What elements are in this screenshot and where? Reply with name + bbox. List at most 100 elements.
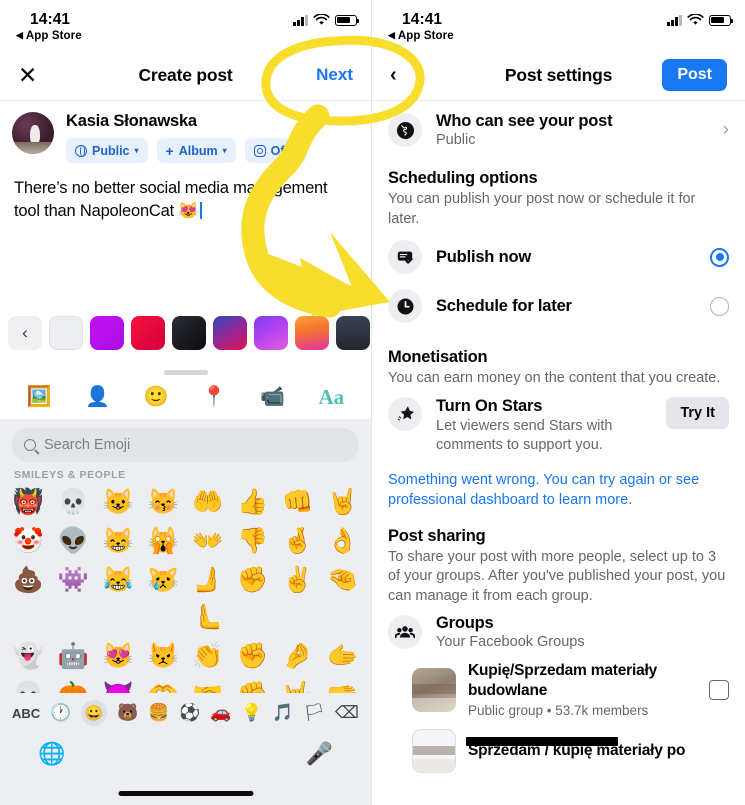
emoji-cell[interactable]: 😾	[141, 638, 186, 675]
emoji-search-wrap: Search Emoji	[0, 419, 371, 467]
photo-icon[interactable]: 🖼️	[27, 387, 52, 407]
swatch-none[interactable]	[49, 316, 83, 350]
emoji-cell[interactable]: 🤌	[275, 638, 320, 675]
emoji-cell[interactable]: 🫱	[320, 638, 365, 675]
emoji-cell[interactable]: 🤘	[320, 484, 365, 521]
list-item[interactable]: Sprzedam / kupię materiały po	[372, 725, 745, 780]
publish-now-radio[interactable]	[710, 247, 729, 267]
groups-icon	[388, 615, 422, 650]
list-item[interactable]: Kupię/Sprzedam materiały budowlane Publi…	[372, 654, 745, 725]
post-settings-panel: 14:41 ◀ App Store ‹ Post settings Post W…	[372, 0, 745, 805]
emoji-cell[interactable]: 👏	[186, 638, 231, 675]
audience-pill-label: Public	[92, 143, 130, 158]
swatch-violet[interactable]	[254, 316, 288, 350]
schedule-later-radio[interactable]	[710, 296, 729, 316]
emoji-cell[interactable]: 🤏	[320, 562, 365, 636]
emoji-cell[interactable]: 👊	[275, 484, 320, 521]
smileys-icon[interactable]: 😀	[81, 700, 108, 726]
publish-now-icon	[388, 240, 422, 275]
emoji-cell[interactable]: 👌	[320, 523, 365, 560]
groups-row[interactable]: Groups Your Facebook Groups	[372, 606, 745, 654]
group-checkbox[interactable]	[709, 679, 729, 700]
back-triangle-icon: ◀	[16, 30, 24, 40]
emoji-cell[interactable]: 🤡	[6, 523, 51, 560]
emoji-grid[interactable]: 👹 💀 😺 😽 🤲 👍 👊 🤘 🤡 👽 😸 🙀 👐 👎 🤞 👌 💩 👾 😹 😿 …	[0, 484, 371, 714]
animals-icon[interactable]: 🐻	[117, 703, 138, 723]
abc-key[interactable]: ABC	[12, 706, 40, 721]
swatch-black[interactable]	[172, 316, 206, 350]
post-composer-textarea[interactable]: There’s no better social media managemen…	[0, 163, 371, 224]
audience-pill[interactable]: Public ▾	[66, 138, 148, 163]
objects-icon[interactable]: 💡	[241, 703, 262, 723]
symbols-icon[interactable]: 🎵	[272, 703, 293, 723]
album-pill[interactable]: + Album ▾	[156, 138, 236, 163]
emoji-cell[interactable]: 👻	[6, 638, 51, 675]
recent-icon[interactable]: 🕐	[50, 703, 71, 723]
emoji-cell[interactable]: 😻	[96, 638, 141, 675]
swatch-slate[interactable]	[336, 316, 370, 350]
activity-icon[interactable]: ⚽	[179, 703, 200, 723]
food-icon[interactable]: 🍔	[148, 703, 169, 723]
emoji-cell[interactable]: 💀	[51, 484, 96, 521]
language-globe-icon[interactable]: 🌐	[38, 741, 65, 767]
emoji-cell[interactable]: 🫸🫷	[186, 562, 231, 636]
emoji-cell[interactable]: 👾	[51, 562, 96, 636]
emoji-cell[interactable]: 🤞	[275, 523, 320, 560]
emoji-cell[interactable]: 👍	[230, 484, 275, 521]
publish-now-row[interactable]: Publish now	[372, 229, 745, 285]
schedule-later-row[interactable]: Schedule for later	[372, 285, 745, 334]
swatch-orange-pink[interactable]	[295, 316, 329, 350]
battery-icon	[709, 14, 734, 26]
live-video-icon[interactable]: 📹	[260, 387, 285, 407]
instagram-crosspost-pill[interactable]: Off ▾	[244, 138, 307, 163]
emoji-cell[interactable]: 🤲	[186, 484, 231, 521]
feeling-icon[interactable]: 🙂	[143, 387, 168, 407]
emoji-cell[interactable]: ✌️	[275, 562, 320, 636]
emoji-cell[interactable]: 👐	[186, 523, 231, 560]
swatch-red[interactable]	[131, 316, 165, 350]
status-back-label: App Store	[25, 30, 82, 42]
back-icon[interactable]: ‹	[390, 64, 397, 87]
audience-title: Who can see your post	[436, 112, 613, 130]
emoji-cell[interactable]: 😸	[96, 523, 141, 560]
backspace-icon[interactable]: ⌫	[335, 703, 359, 723]
swatch-purple[interactable]	[90, 316, 124, 350]
publish-now-label: Publish now	[436, 247, 531, 266]
emoji-cell[interactable]: 😿	[141, 562, 186, 636]
audience-row[interactable]: Who can see your post Public ›	[372, 101, 745, 159]
status-back-to-app[interactable]: ◀ App Store	[388, 30, 729, 42]
tag-people-icon[interactable]: 👤	[85, 387, 110, 407]
text-cursor	[199, 202, 202, 220]
status-back-to-app[interactable]: ◀ App Store	[16, 30, 355, 42]
emoji-cell[interactable]: 💩	[6, 562, 51, 636]
text-style-icon[interactable]: Aa	[319, 385, 345, 410]
try-it-button[interactable]: Try It	[666, 396, 729, 429]
swatch-blue-magenta[interactable]	[213, 316, 247, 350]
chevron-down-icon: ▾	[293, 146, 298, 155]
location-icon[interactable]: 📍	[202, 387, 227, 407]
emoji-cell[interactable]: ✊	[230, 562, 275, 636]
emoji-keyboard: 🖼️ 👤 🙂 📍 📹 Aa Search Emoji SMILEYS & PEO…	[0, 363, 371, 805]
search-input[interactable]: Search Emoji	[12, 428, 359, 462]
background-swatch-row[interactable]: ‹	[0, 310, 371, 356]
emoji-cell[interactable]: 😹	[96, 562, 141, 636]
monetisation-error-link[interactable]: Something went wrong. You can try again …	[372, 465, 745, 512]
emoji-cell[interactable]: ✊	[230, 638, 275, 675]
emoji-cell[interactable]: 👹	[6, 484, 51, 521]
emoji-cell[interactable]: 🙀	[141, 523, 186, 560]
emoji-cell[interactable]: 👽	[51, 523, 96, 560]
dictation-mic-icon[interactable]: 🎤	[306, 741, 333, 767]
emoji-cell[interactable]: 🤖	[51, 638, 96, 675]
emoji-cell[interactable]: 😽	[141, 484, 186, 521]
flags-icon[interactable]: 🏳	[303, 703, 325, 723]
turn-on-stars-row[interactable]: Turn On Stars Let viewers send Stars wit…	[372, 389, 745, 466]
emoji-cell[interactable]: 👎	[230, 523, 275, 560]
travel-icon[interactable]: 🚗	[210, 703, 231, 723]
groups-subtitle: Your Facebook Groups	[436, 634, 585, 651]
next-button[interactable]: Next	[316, 65, 353, 85]
close-icon[interactable]: ✕	[18, 63, 37, 87]
swatch-back-button[interactable]: ‹	[8, 316, 42, 350]
post-button[interactable]: Post	[662, 59, 727, 91]
emoji-cell[interactable]: 😺	[96, 484, 141, 521]
redaction-bar	[466, 737, 618, 747]
